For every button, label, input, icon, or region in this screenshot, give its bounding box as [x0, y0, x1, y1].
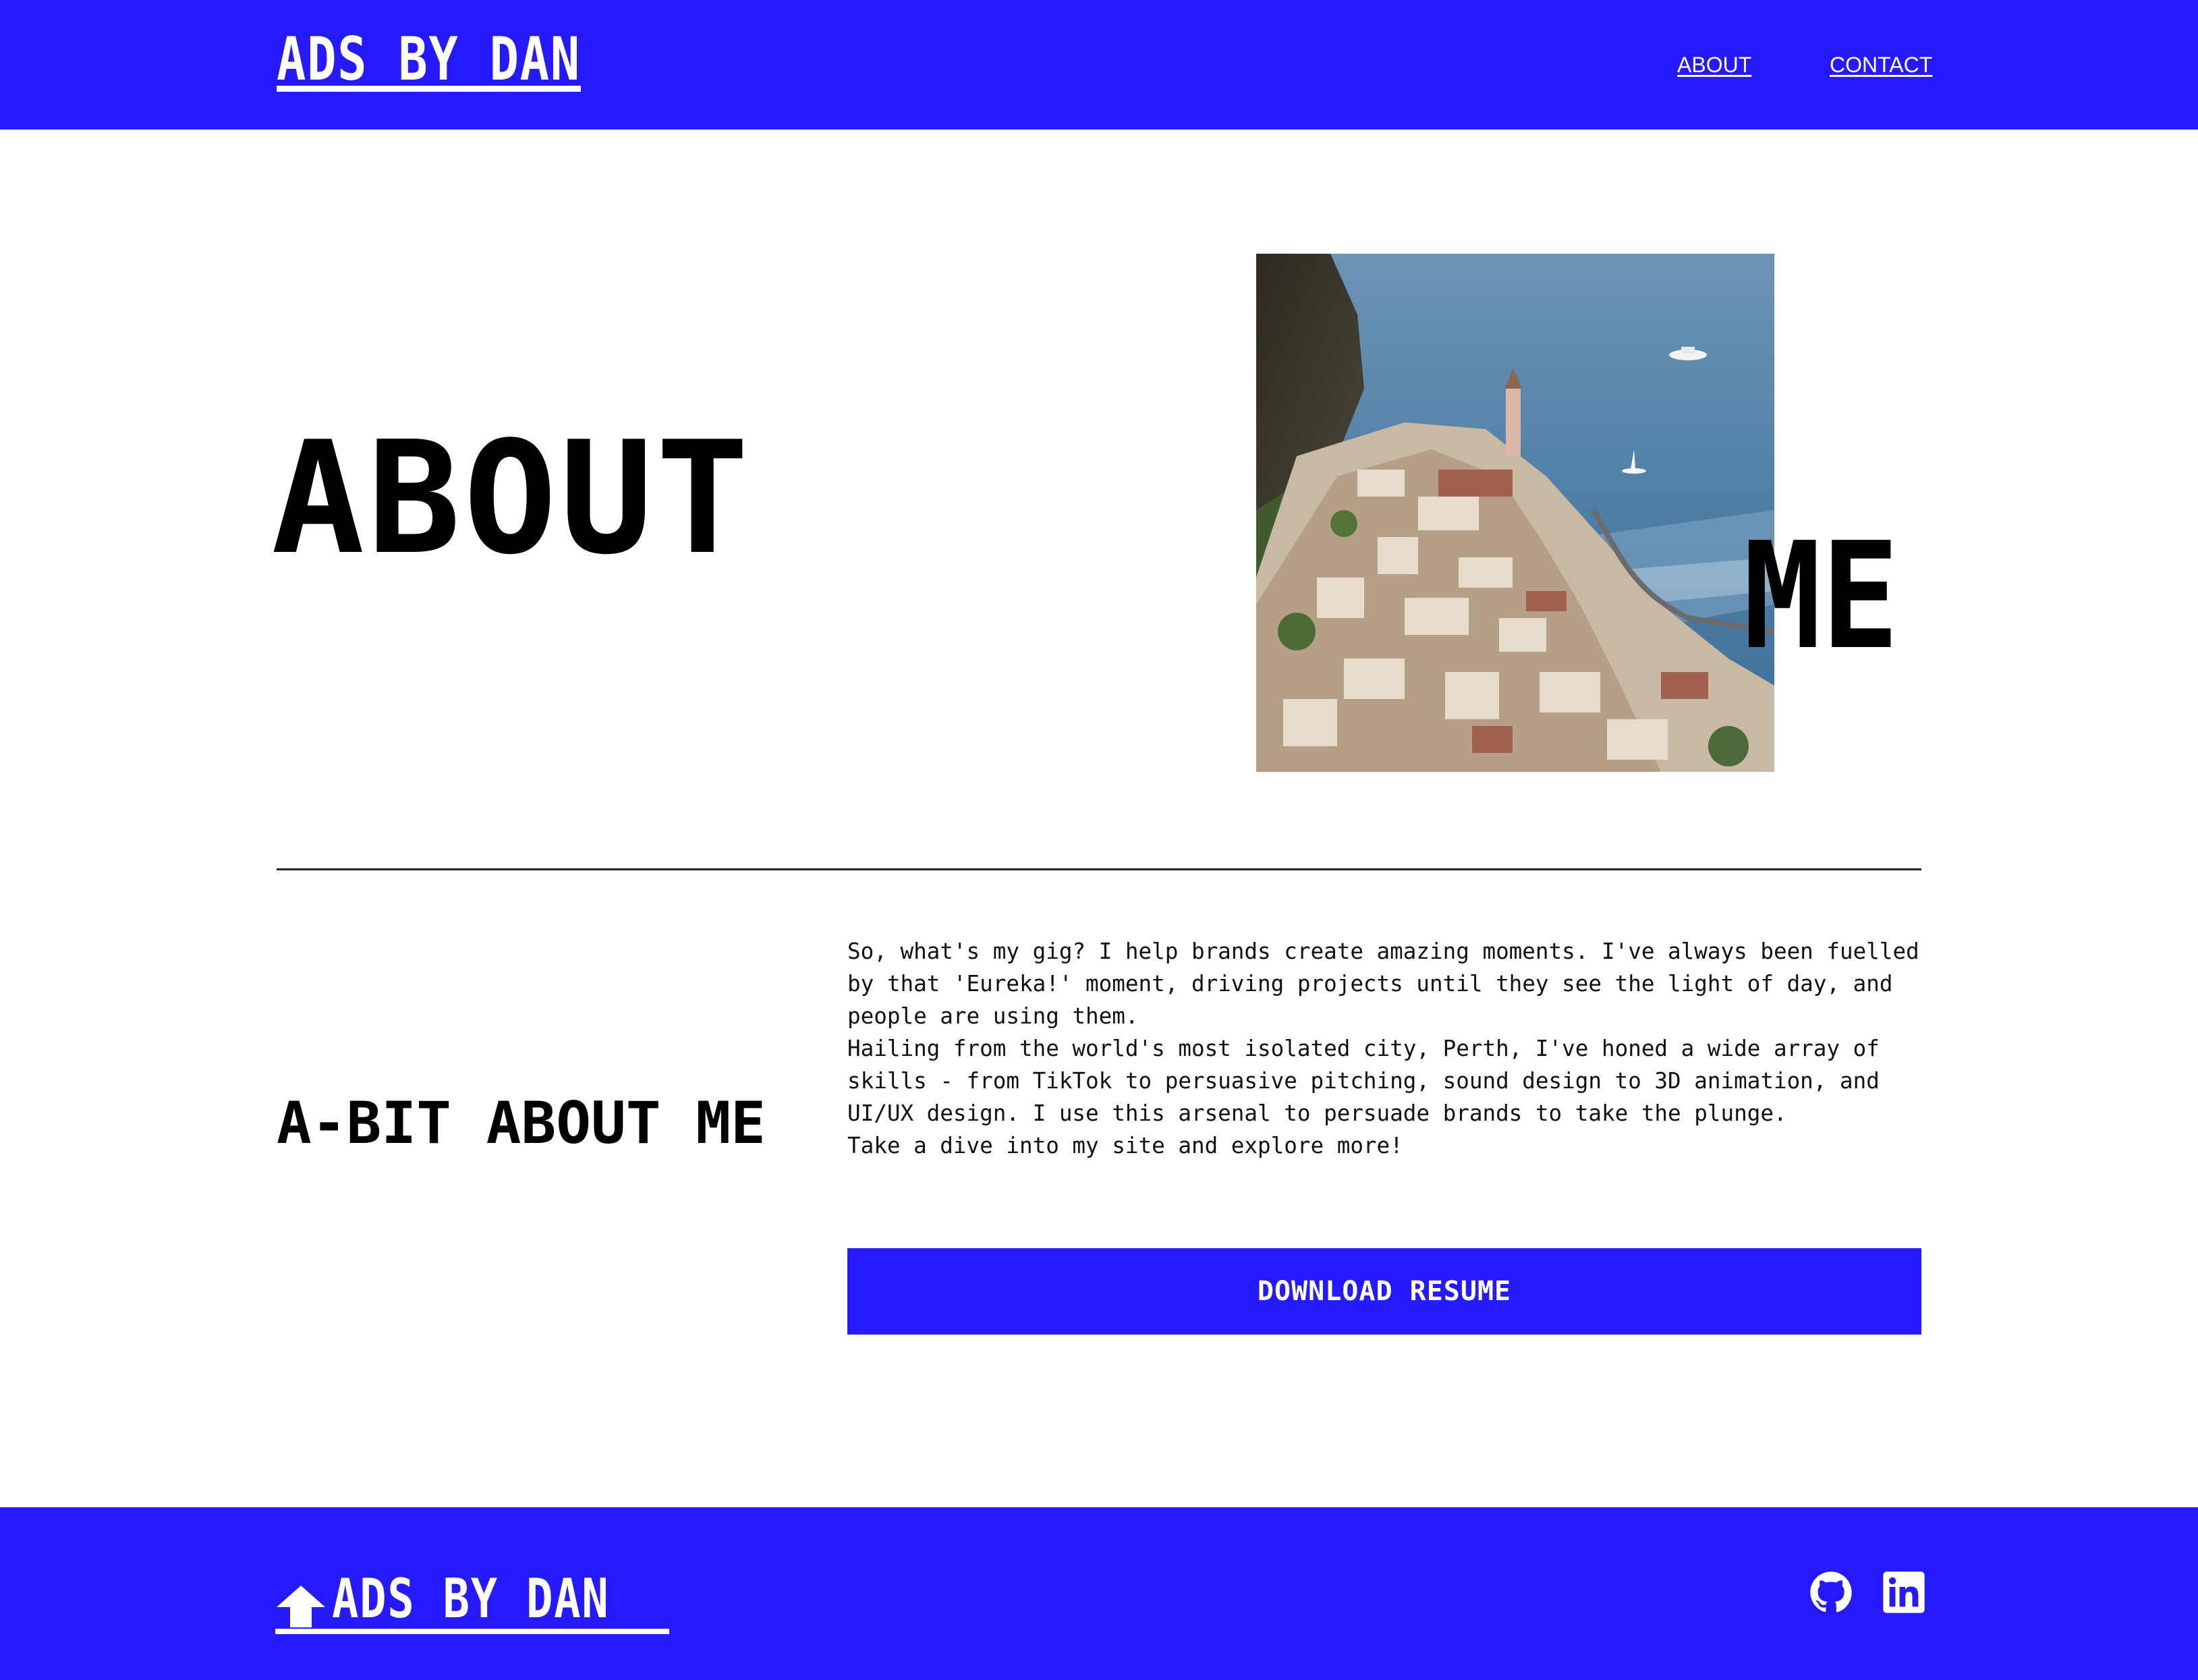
footer-brand-text: ADS BY DAN — [332, 1567, 610, 1630]
brand-logo-link[interactable]: ADS BY DAN — [277, 27, 581, 92]
bio-line: by that 'Eureka!' moment, driving projec… — [847, 971, 1893, 997]
section-divider — [277, 868, 1921, 870]
bio-line: UI/UX design. I use this arsenal to pers… — [847, 1100, 1787, 1126]
coastal-town-photo — [1256, 254, 1774, 772]
bio-line: people are using them. — [847, 1003, 1139, 1029]
bio-line: Hailing from the world's most isolated c… — [847, 1036, 1880, 1061]
hero-photo — [1256, 254, 1774, 772]
hero-title-me: ME — [1743, 511, 1899, 682]
bio-line: So, what's my gig? I help brands create … — [847, 939, 1919, 964]
download-resume-button[interactable]: DOWNLOAD RESUME — [847, 1248, 1921, 1335]
bio-text: So, what's my gig? I help brands create … — [847, 935, 1927, 1162]
nav-contact-link[interactable]: CONTACT — [1830, 51, 1932, 78]
linkedin-icon[interactable] — [1882, 1571, 1925, 1614]
footer-brand-link[interactable]: ADS BY DAN — [275, 1569, 669, 1634]
bio-line: Take a dive into my site and explore mor… — [847, 1133, 1403, 1158]
site-header: ADS BY DAN ABOUT CONTACT — [0, 0, 2198, 130]
nav-about-link[interactable]: ABOUT — [1677, 51, 1751, 78]
site-footer: ADS BY DAN — [0, 1507, 2198, 1680]
hero-title-about: ABOUT — [271, 409, 752, 589]
arrow-up-icon — [277, 1586, 325, 1627]
bio-line: skills - from TikTok to persuasive pitch… — [847, 1068, 1880, 1094]
bio-heading: A-BIT ABOUT ME — [277, 1090, 766, 1157]
github-icon[interactable] — [1809, 1571, 1853, 1614]
